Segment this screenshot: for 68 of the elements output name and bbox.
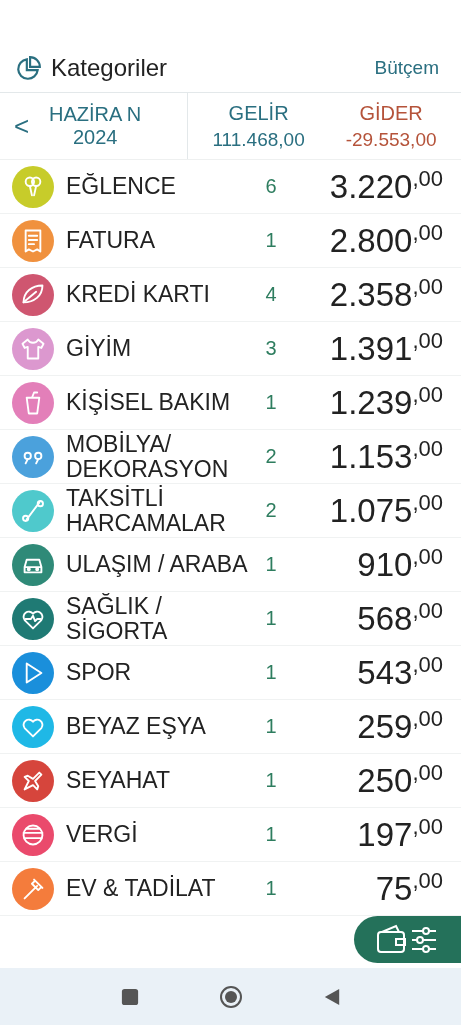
- transaction-count: 1: [264, 391, 278, 414]
- category-amount: 1.391$^{,00}$: [328, 328, 443, 369]
- transaction-count: 4: [264, 283, 278, 306]
- expense-label: GİDER: [359, 101, 423, 125]
- income-value: 111.468,00: [212, 128, 305, 151]
- category-name: KREDİ KARTI: [66, 282, 211, 307]
- category-amount: 75$^{,00}$: [374, 868, 443, 909]
- category-name: ULAŞIM / ARABA: [66, 552, 249, 577]
- category-row[interactable]: GİYİM 3 1.391$^{,00}$: [0, 322, 461, 376]
- transaction-count: 1: [264, 715, 278, 738]
- category-amount: 1.239$^{,00}$: [328, 382, 443, 423]
- category-amount: 250$^{,00}$: [356, 760, 443, 801]
- category-amount: 910$^{,00}$: [356, 544, 443, 585]
- transaction-count: 1: [264, 661, 278, 684]
- category-row[interactable]: TAKSİTLİ HARCAMALAR 2 1.075$^{,00}$: [0, 484, 461, 538]
- income-label: GELİR: [228, 101, 289, 125]
- category-name: SAĞLIK / SİGORTA: [66, 594, 169, 643]
- category-name: TAKSİTLİ HARCAMALAR: [66, 486, 227, 535]
- category-name: EV & TADİLAT: [66, 876, 217, 901]
- category-name: SPOR: [66, 660, 133, 685]
- category-row[interactable]: MOBİLYA/ DEKORASYON 2 1.153$^{,00}$: [0, 430, 461, 484]
- category-row[interactable]: SEYAHAT 1 250$^{,00}$: [0, 754, 461, 808]
- category-name: GİYİM: [66, 336, 133, 361]
- month-label: HAZİRA N 2024: [48, 103, 143, 149]
- category-row[interactable]: SPOR 1 543$^{,00}$: [0, 646, 461, 700]
- transaction-count: 1: [264, 553, 278, 576]
- transaction-count: 6: [264, 175, 278, 198]
- wallet-filter-button[interactable]: [354, 916, 461, 963]
- category-amount: 1.153$^{,00}$: [328, 436, 443, 477]
- category-name: KİŞİSEL BAKIM: [66, 390, 232, 415]
- category-amount: 2.358$^{,00}$: [328, 274, 443, 315]
- category-row[interactable]: EĞLENCE 6 3.220$^{,00}$: [0, 160, 461, 214]
- transaction-count: 1: [264, 823, 278, 846]
- category-row[interactable]: KİŞİSEL BAKIM 1 1.239$^{,00}$: [0, 376, 461, 430]
- category-row[interactable]: FATURA 1 2.800$^{,00}$: [0, 214, 461, 268]
- category-name: VERGİ: [66, 822, 139, 847]
- category-row[interactable]: ULAŞIM / ARABA 1 910$^{,00}$: [0, 538, 461, 592]
- budget-link[interactable]: Bütçem: [374, 57, 439, 79]
- transaction-count: 3: [264, 337, 278, 360]
- category-amount: 2.800$^{,00}$: [328, 220, 443, 261]
- transaction-count: 1: [264, 229, 278, 252]
- category-amount: 197$^{,00}$: [356, 814, 443, 855]
- transaction-count: 2: [264, 445, 278, 468]
- transaction-count: 1: [264, 877, 278, 900]
- category-amount: 1.075$^{,00}$: [328, 490, 443, 531]
- category-row[interactable]: EV & TADİLAT 1 75$^{,00}$: [0, 862, 461, 916]
- category-name: SEYAHAT: [66, 768, 171, 793]
- category-name: BEYAZ EŞYA: [66, 714, 207, 739]
- previous-month-button[interactable]: <: [10, 110, 46, 142]
- category-name: EĞLENCE: [66, 174, 177, 199]
- category-row[interactable]: VERGİ 1 197$^{,00}$: [0, 808, 461, 862]
- category-amount: 568$^{,00}$: [356, 598, 443, 639]
- transaction-count: 1: [264, 769, 278, 792]
- screen-title: Kategoriler: [51, 54, 168, 82]
- category-amount: 259$^{,00}$: [356, 706, 443, 747]
- category-amount: 543$^{,00}$: [356, 652, 443, 693]
- category-name: MOBİLYA/ DEKORASYON: [66, 432, 230, 481]
- category-amount: 3.220$^{,00}$: [328, 166, 443, 207]
- transaction-count: 1: [264, 607, 278, 630]
- pie-chart-icon: [16, 55, 42, 81]
- category-row[interactable]: KREDİ KARTI 4 2.358$^{,00}$: [0, 268, 461, 322]
- expense-value: -29.553,00: [345, 128, 437, 151]
- category-name: FATURA: [66, 228, 157, 253]
- home-icon[interactable]: [218, 984, 243, 1009]
- transaction-count: 2: [264, 499, 278, 522]
- recents-icon[interactable]: [120, 987, 139, 1006]
- category-row[interactable]: SAĞLIK / SİGORTA 1 568$^{,00}$: [0, 592, 461, 646]
- category-row[interactable]: BEYAZ EŞYA 1 259$^{,00}$: [0, 700, 461, 754]
